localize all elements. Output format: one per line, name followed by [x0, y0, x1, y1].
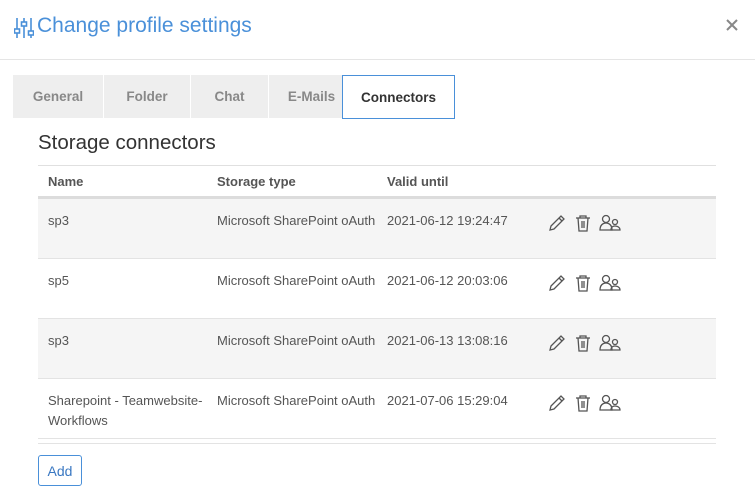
table-row: Sharepoint - Teamwebsite-Workflows Micro…: [38, 379, 716, 439]
share-users-icon[interactable]: [599, 333, 621, 353]
edit-pencil-icon[interactable]: [547, 333, 567, 353]
edit-pencil-icon[interactable]: [547, 213, 567, 233]
connectors-table: Name Storage type Valid until sp3 Micros…: [38, 165, 716, 439]
cell-storage-type: Microsoft SharePoint oAuth: [217, 393, 376, 408]
column-header-name: Name: [48, 174, 84, 189]
table-body: sp3 Microsoft SharePoint oAuth 2021-06-1…: [38, 199, 716, 439]
delete-trash-icon[interactable]: [573, 393, 593, 413]
share-users-icon[interactable]: [599, 393, 621, 413]
cell-storage-type: Microsoft SharePoint oAuth: [217, 333, 376, 348]
delete-trash-icon[interactable]: [573, 273, 593, 293]
cell-valid-until: 2021-06-12 19:24:47: [387, 213, 508, 228]
table-bottom-divider: [38, 443, 716, 444]
cell-name: sp3: [48, 333, 69, 348]
tab-chat[interactable]: Chat: [191, 75, 269, 118]
share-users-icon[interactable]: [599, 213, 621, 233]
share-users-icon[interactable]: [599, 273, 621, 293]
cell-valid-until: 2021-07-06 15:29:04: [387, 393, 508, 408]
table-row: sp3 Microsoft SharePoint oAuth 2021-06-1…: [38, 319, 716, 379]
sliders-icon: [14, 18, 34, 38]
tab-general[interactable]: General: [13, 75, 104, 118]
cell-storage-type: Microsoft SharePoint oAuth: [217, 273, 376, 288]
edit-pencil-icon[interactable]: [547, 273, 567, 293]
cell-name: sp3: [48, 213, 69, 228]
delete-trash-icon[interactable]: [573, 333, 593, 353]
table-row: sp3 Microsoft SharePoint oAuth 2021-06-1…: [38, 199, 716, 259]
cell-storage-type: Microsoft SharePoint oAuth: [217, 213, 376, 228]
edit-pencil-icon[interactable]: [547, 393, 567, 413]
add-connector-button[interactable]: Add: [38, 455, 82, 486]
cell-valid-until: 2021-06-12 20:03:06: [387, 273, 508, 288]
cell-name: Sharepoint - Teamwebsite-Workflows: [48, 393, 203, 428]
dialog-title: Change profile settings: [37, 14, 252, 37]
column-header-storage-type: Storage type: [217, 174, 296, 189]
close-icon[interactable]: [722, 15, 742, 35]
delete-trash-icon[interactable]: [573, 213, 593, 233]
section-title: Storage connectors: [38, 131, 216, 154]
cell-valid-until: 2021-06-13 13:08:16: [387, 333, 508, 348]
profile-settings-dialog: Change profile settings General Folder C…: [0, 0, 755, 493]
tab-folder[interactable]: Folder: [104, 75, 191, 118]
tab-connectors[interactable]: Connectors: [342, 75, 455, 119]
column-header-valid-until: Valid until: [387, 174, 449, 189]
dialog-header: Change profile settings: [0, 0, 755, 60]
table-header: Name Storage type Valid until: [38, 166, 716, 199]
cell-name: sp5: [48, 273, 69, 288]
table-row: sp5 Microsoft SharePoint oAuth 2021-06-1…: [38, 259, 716, 319]
